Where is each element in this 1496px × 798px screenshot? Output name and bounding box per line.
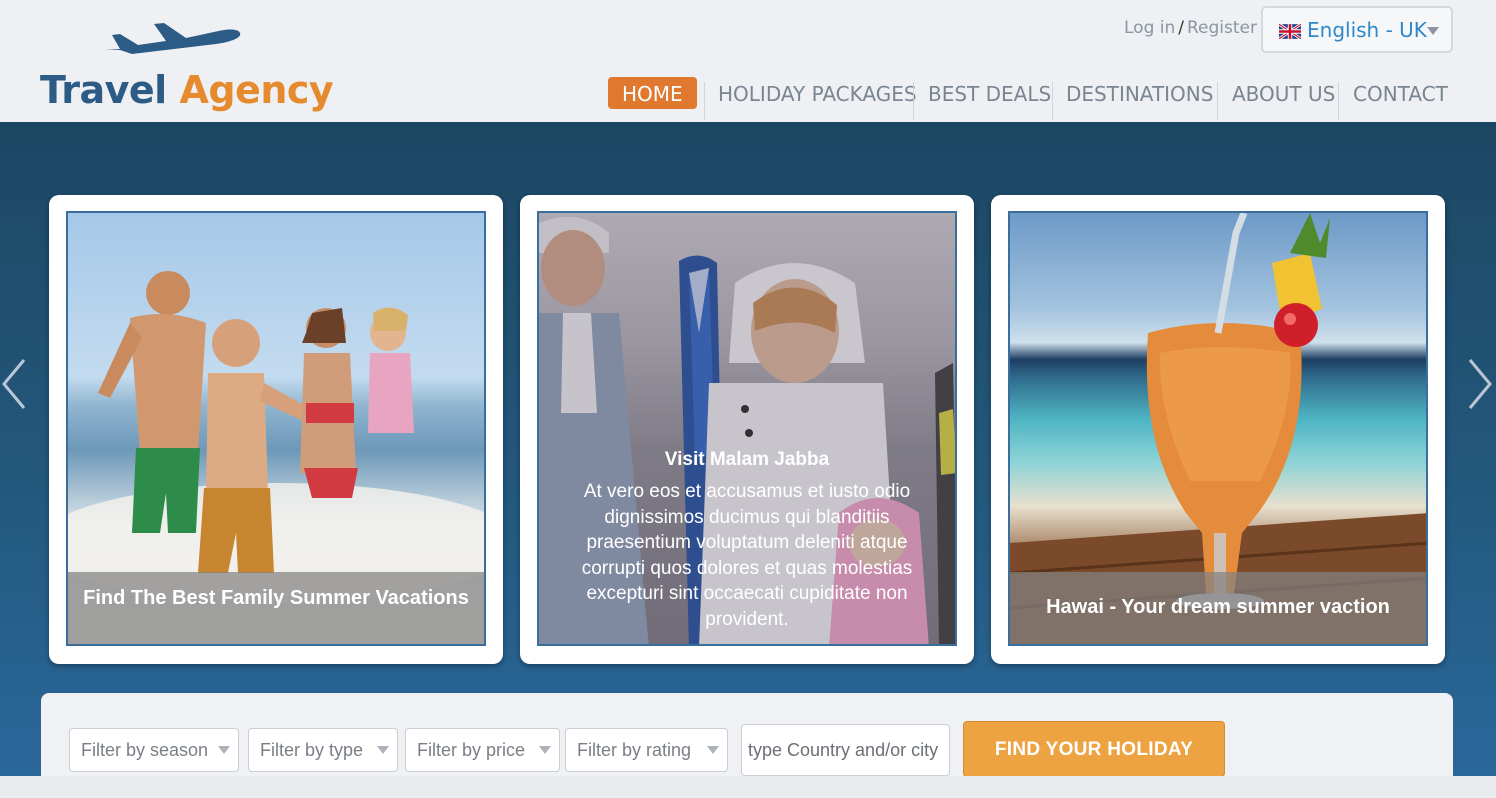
- ski-couple-photo: Visit Malam Jabba At vero eos et accusam…: [537, 211, 957, 646]
- filter-type-label: Filter by type: [260, 740, 364, 760]
- airplane-icon: [106, 23, 241, 54]
- nav-divider: [1338, 82, 1339, 120]
- slide-text: At vero eos et accusamus et iusto odio d…: [581, 481, 913, 630]
- slide-card-family[interactable]: Find The Best Family Summer Vacations: [49, 195, 503, 664]
- logo-text: Travel Agency: [40, 68, 334, 112]
- nav-contact[interactable]: CONTACT: [1353, 76, 1448, 120]
- filter-price-label: Filter by price: [417, 740, 526, 760]
- family-beach-photo: Find The Best Family Summer Vacations: [66, 211, 486, 646]
- language-label: English - UK: [1307, 18, 1427, 42]
- filter-season-select[interactable]: Filter by season: [69, 728, 239, 772]
- cocktail-beach-photo: Hawai - Your dream summer vaction: [1008, 211, 1428, 646]
- chevron-down-icon: [539, 746, 551, 754]
- chevron-down-icon: [707, 746, 719, 754]
- register-link[interactable]: Register: [1187, 18, 1257, 38]
- filter-price-select[interactable]: Filter by price: [405, 728, 560, 772]
- site-header: Travel Agency Log in / Register English - …: [0, 0, 1496, 122]
- filter-season-label: Filter by season: [81, 740, 209, 760]
- find-holiday-button[interactable]: FIND YOUR HOLIDAY: [963, 721, 1225, 777]
- login-link[interactable]: Log in: [1124, 18, 1175, 38]
- slide-overlay: Visit Malam Jabba At vero eos et accusam…: [539, 449, 955, 632]
- holiday-search-bar: Filter by season Filter by type Filter b…: [41, 693, 1453, 777]
- nav-best-deals[interactable]: BEST DEALS: [928, 76, 1051, 120]
- chevron-down-icon: [377, 746, 389, 754]
- auth-links: Log in / Register: [1124, 18, 1257, 38]
- slide-caption: Hawai - Your dream summer vaction: [1010, 572, 1426, 644]
- logo[interactable]: Travel Agency: [40, 20, 334, 120]
- auth-separator: /: [1178, 18, 1184, 38]
- chevron-right-icon[interactable]: [1468, 356, 1494, 412]
- filter-rating-select[interactable]: Filter by rating: [565, 728, 728, 772]
- filter-rating-label: Filter by rating: [577, 740, 692, 760]
- slide-card-hawaii[interactable]: Hawai - Your dream summer vaction: [991, 195, 1445, 664]
- language-select[interactable]: English - UK: [1261, 6, 1453, 53]
- filter-type-select[interactable]: Filter by type: [248, 728, 398, 772]
- nav-about-us[interactable]: ABOUT US: [1232, 76, 1335, 120]
- nav-holiday-packages[interactable]: HOLIDAY PACKAGES: [718, 76, 917, 120]
- slide-card-malam-jabba[interactable]: Visit Malam Jabba At vero eos et accusam…: [520, 195, 974, 664]
- slide-caption: Find The Best Family Summer Vacations: [68, 572, 484, 644]
- slide-title: Visit Malam Jabba: [664, 449, 830, 470]
- nav-home[interactable]: HOME: [608, 76, 697, 120]
- chevron-down-icon: [218, 746, 230, 754]
- nav-divider: [913, 82, 914, 120]
- chevron-left-icon[interactable]: [0, 356, 26, 412]
- destination-input[interactable]: [741, 724, 950, 776]
- nav-divider: [1217, 82, 1218, 120]
- uk-flag-icon: [1279, 24, 1301, 39]
- nav-divider: [1052, 82, 1053, 120]
- nav-destinations[interactable]: DESTINATIONS: [1066, 76, 1213, 120]
- page-bottom-strip: [0, 776, 1496, 798]
- chevron-down-icon: [1427, 27, 1439, 35]
- nav-divider: [704, 82, 705, 120]
